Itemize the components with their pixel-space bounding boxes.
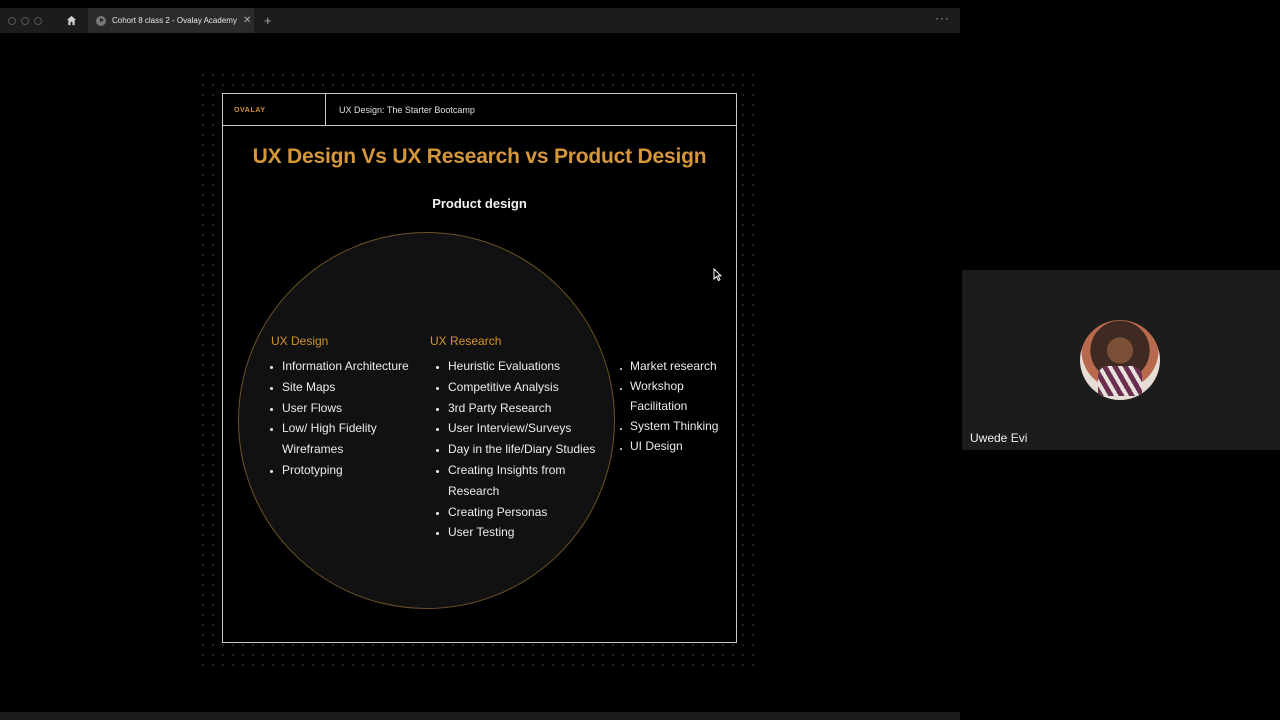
slide-title: UX Design Vs UX Research vs Product Desi… — [252, 145, 707, 168]
list-item: Competitive Analysis — [448, 377, 633, 398]
slide-header: OVALAY UX Design: The Starter Bootcamp — [223, 94, 736, 126]
list-item: User Testing — [448, 522, 633, 543]
more-options-icon[interactable]: ··· — [935, 11, 950, 25]
header-divider — [325, 94, 326, 125]
product-design-list: Market research Workshop Facilitation Sy… — [618, 356, 735, 456]
list-item: 3rd Party Research — [448, 398, 633, 419]
window-controls — [8, 16, 42, 25]
new-tab-button[interactable]: + — [264, 13, 272, 28]
active-tab[interactable]: Cohort 8 class 2 - Ovalay Academy ✕ — [88, 8, 254, 33]
list-item: User Flows — [282, 398, 454, 419]
participant-avatar — [1080, 320, 1160, 400]
ovalay-logo: OVALAY — [234, 107, 266, 114]
browser-toolbar: Cohort 8 class 2 - Ovalay Academy ✕ + ··… — [0, 8, 960, 33]
play-icon — [96, 15, 106, 26]
product-design-heading: Product design — [432, 196, 527, 211]
list-item: Prototyping — [282, 460, 454, 481]
maximize-window-button[interactable] — [34, 16, 42, 25]
list-item: User Interview/Surveys — [448, 418, 633, 439]
participant-name: Uwede Evi — [970, 431, 1028, 445]
mouse-cursor-icon — [713, 267, 723, 286]
list-item: Market research — [630, 356, 735, 376]
list-item: Day in the life/Diary Studies — [448, 439, 633, 460]
ux-design-list: Information Architecture Site Maps User … — [265, 356, 454, 481]
list-item: Creating Insights from Research — [448, 460, 583, 502]
close-window-button[interactable] — [8, 16, 16, 25]
list-item: Heuristic Evaluations — [448, 356, 633, 377]
ux-research-heading: UX Research — [430, 334, 502, 348]
list-item: Workshop Facilitation — [630, 376, 700, 416]
list-item: Site Maps — [282, 377, 454, 398]
minimize-window-button[interactable] — [21, 16, 29, 25]
bottom-bar — [0, 712, 960, 720]
home-icon[interactable] — [64, 14, 78, 28]
course-title: UX Design: The Starter Bootcamp — [339, 105, 475, 115]
list-item: Low/ High Fidelity Wireframes — [282, 418, 394, 460]
list-item: Information Architecture — [282, 356, 454, 377]
list-item: System Thinking — [630, 416, 735, 436]
tab-title: Cohort 8 class 2 - Ovalay Academy — [112, 16, 237, 25]
list-item: Creating Personas — [448, 502, 633, 523]
list-item: UI Design — [630, 436, 735, 456]
presentation-slide: OVALAY UX Design: The Starter Bootcamp U… — [222, 93, 737, 643]
ux-research-list: Heuristic Evaluations Competitive Analys… — [431, 356, 633, 543]
ux-design-heading: UX Design — [271, 334, 329, 348]
close-tab-icon[interactable]: ✕ — [243, 15, 251, 26]
participant-video-tile[interactable]: Uwede Evi — [962, 270, 1280, 450]
